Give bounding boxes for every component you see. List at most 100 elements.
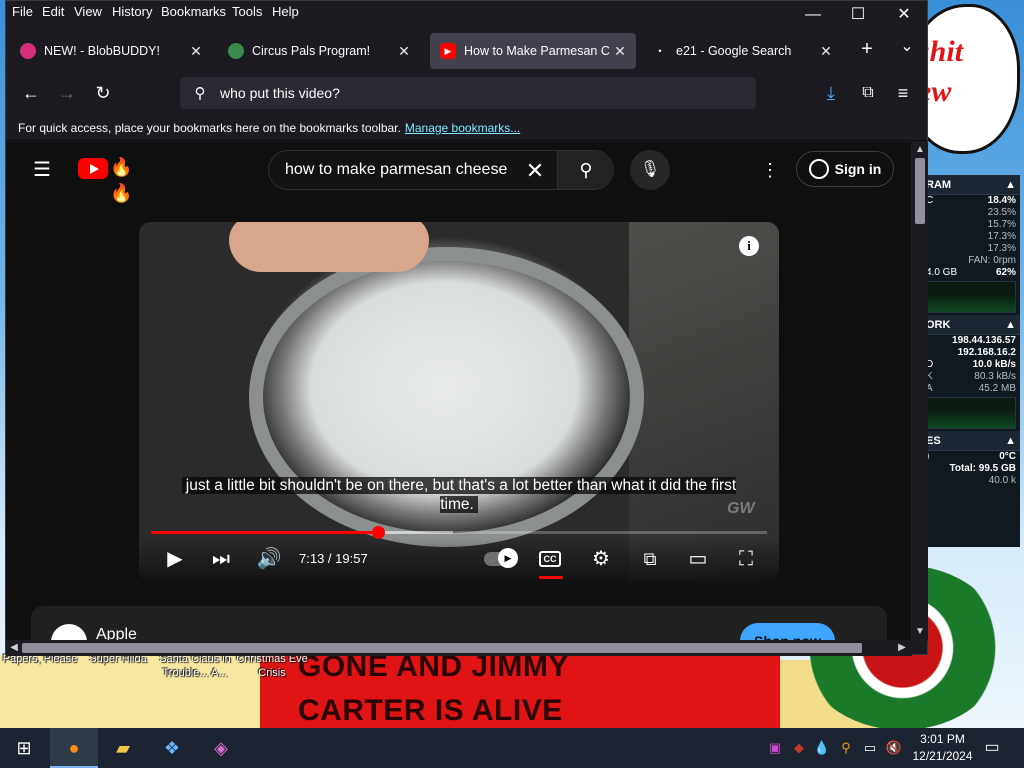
network-graph [924,397,1016,429]
monitor-row: A 45.2 MB [926,383,1016,394]
desktop-icon-santa-claus[interactable]: Santa Claus in Trouble... A... [155,652,235,680]
horizontal-scrollbar[interactable]: ◀ ▶ [6,640,912,656]
navigation-toolbar: ← → ↻ ⚲ who put this video? ⤓ ⧉ ≡ [6,73,927,113]
network-icon[interactable]: ▭ [860,738,880,758]
tab-close-icon[interactable]: ✕ [610,43,630,60]
progress-bar[interactable] [151,526,767,539]
volume-muted-icon[interactable]: 🔇 [884,738,904,758]
voice-search-icon[interactable]: 🎙 [630,150,670,190]
clear-search-icon[interactable]: ✕ [521,157,549,185]
firefox-taskbar-icon[interactable]: ● [50,728,98,768]
volume-icon[interactable]: 🔊 [255,544,283,574]
desktop-icons: Papers, Please Super Hilda Santa Claus i… [0,652,310,688]
tray-search-icon[interactable]: ⚲ [836,738,856,758]
youtube-search-box[interactable]: how to make parmesan cheese ✕ ⚲ [268,150,614,190]
taskbar-app-icon[interactable]: ❖ [148,728,196,768]
file-explorer-icon[interactable]: ▰ [99,728,147,768]
downloads-icon[interactable]: ⤓ [816,79,846,107]
tab-close-icon[interactable]: ✕ [186,43,206,60]
menu-edit[interactable]: Edit [42,4,64,19]
clock-time: 3:01 PM [920,732,965,746]
hamburger-menu-icon[interactable]: ☰ [30,158,54,182]
youtube-logo-icon[interactable] [78,158,108,179]
time-display: 7:13 / 19:57 [299,551,368,566]
scroll-up-icon[interactable]: ▲ [912,144,928,155]
vertical-scroll-thumb[interactable] [915,158,925,224]
monitor-row: 198.44.136.57 [952,335,1016,346]
reload-button[interactable]: ↻ [88,79,118,107]
scroll-right-icon[interactable]: ▶ [894,642,910,653]
ram-graph [924,281,1016,313]
video-frame-hand [229,222,429,272]
tray-security-icon[interactable]: ◆ [789,738,809,758]
youtube-search-input[interactable]: how to make parmesan cheese [285,161,507,179]
browser-window: File Edit View History Bookmarks Tools H… [5,0,930,656]
windows-start-icon[interactable]: ⊞ [0,728,48,768]
tab-blobbuddy[interactable]: NEW! - BlobBUDDY! ✕ [10,33,212,69]
tab-title: e21 - Google Search [676,44,792,58]
shop-now-button[interactable]: Shop now [740,623,835,641]
more-options-icon[interactable]: ⋮ [758,158,782,182]
scroll-down-icon[interactable]: ▼ [912,626,928,637]
menu-help[interactable]: Help [272,4,299,19]
autoplay-toggle[interactable] [484,548,518,568]
system-clock[interactable]: 3:01 PM 12/21/2024 [905,731,980,765]
menu-view[interactable]: View [74,4,102,19]
video-frame-stove [629,222,779,582]
back-button[interactable]: ← [16,79,46,107]
info-icon[interactable]: i [739,236,759,256]
bookmarks-toolbar: For quick access, place your bookmarks h… [6,115,927,141]
fullscreen-icon[interactable]: ⛶ [731,544,761,574]
youtube-search-button[interactable]: ⚲ [557,151,614,189]
taskbar-game-icon[interactable]: ◈ [197,728,245,768]
sign-in-button[interactable]: Sign in [796,151,894,187]
monitor-row: FAN: 0rpm [968,255,1016,266]
menu-tools[interactable]: Tools [232,4,262,19]
next-video-icon[interactable]: ⏭ [207,544,235,574]
search-icon: ⚲ [194,85,206,102]
theater-mode-icon[interactable]: ▭ [683,544,713,574]
minimize-button[interactable]: — [790,1,836,29]
menu-bookmarks[interactable]: Bookmarks [161,4,226,19]
tab-parmesan-video[interactable]: ▶ How to Make Parmesan Ch ✕ [430,33,636,69]
maximize-button[interactable]: ☐ [835,1,881,29]
app-menu-icon[interactable]: ≡ [888,79,918,107]
tray-droplet-icon[interactable]: 💧 [812,738,832,758]
horizontal-scroll-thumb[interactable] [22,643,862,653]
address-bar[interactable]: ⚲ who put this video? [180,77,756,109]
menu-history[interactable]: History [112,4,152,19]
tab-close-icon[interactable]: ✕ [394,43,414,60]
miniplayer-icon[interactable]: ⧉ [635,544,665,574]
tray-app-icon[interactable]: ▣ [765,738,785,758]
captions-overlay: just a little bit shouldn't be on there,… [163,476,755,514]
circus-pals-favicon-icon [228,43,244,59]
tab-circus-pals[interactable]: Circus Pals Program! ✕ [218,33,420,69]
monitor-row: 4.0 GB 62% [926,267,1016,278]
video-player[interactable]: i GW just a little bit shouldn't be on t… [139,222,779,582]
extensions-icon[interactable]: ⧉ [853,79,883,107]
manage-bookmarks-link[interactable]: Manage bookmarks... [405,121,520,135]
wallpaper-banner-line2: CARTER IS ALIVE [298,694,563,727]
play-icon[interactable]: ▶ [161,544,189,574]
tab-google-search[interactable]: • e21 - Google Search ✕ [642,33,842,69]
ad-title[interactable]: Apple [96,626,137,641]
close-window-button[interactable]: ✕ [881,1,927,29]
scroll-left-icon[interactable]: ◀ [6,642,22,653]
youtube-fire-doodle-icon[interactable]: 🔥🔥 [110,154,154,203]
monitor-row: 192.168.16.2 [957,347,1016,358]
youtube-page: ☰ 🔥🔥 how to make parmesan cheese ✕ ⚲ 🎙 ⋮… [6,142,911,641]
desktop-icon-christmas-eve-crisis[interactable]: Christmas Eve Crisis [232,652,312,680]
list-all-tabs-button[interactable]: ⌄ [884,33,930,61]
tab-close-icon[interactable]: ✕ [816,43,836,60]
monitor-row: K 80.3 kB/s [926,371,1016,382]
monitor-row: D 10.0 kB/s [926,359,1016,370]
vertical-scrollbar[interactable]: ▲ ▼ [912,142,928,641]
monitor-row: Total: 99.5 GB [949,463,1017,474]
captions-button[interactable]: CC [539,551,561,567]
address-bar-text[interactable]: who put this video? [220,85,340,101]
settings-gear-icon[interactable]: ⚙ [587,544,615,574]
ad-card[interactable]: Apple Shop now [31,606,887,641]
menu-file[interactable]: File [12,4,33,19]
forward-button[interactable]: → [52,79,82,107]
notifications-icon[interactable]: ▭ [980,736,1004,760]
